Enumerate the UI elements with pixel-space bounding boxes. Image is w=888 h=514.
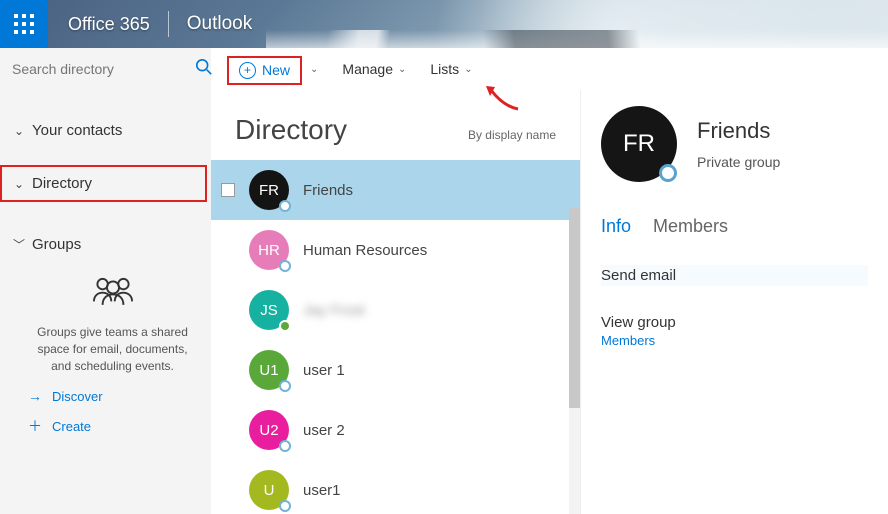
groups-help-text: Groups give teams a shared space for ema… <box>28 324 197 382</box>
new-button[interactable]: + New <box>239 62 290 79</box>
tab-info[interactable]: Info <box>601 216 631 237</box>
contact-row[interactable]: U1 user 1 <box>211 340 580 400</box>
people-group-icon <box>28 273 197 314</box>
contact-avatar: U <box>249 470 289 510</box>
contact-name: user 2 <box>303 422 345 439</box>
directory-list: Directory By display name FR Friends HR Hum… <box>211 90 581 514</box>
nav-groups[interactable]: ﹀ Groups <box>0 226 211 263</box>
contact-avatar: U1 <box>249 350 289 390</box>
presence-icon <box>279 440 291 452</box>
search-input[interactable] <box>10 55 195 83</box>
presence-icon <box>279 260 291 272</box>
menu-label: Lists <box>430 61 459 77</box>
contact-row[interactable]: HR Human Resources <box>211 220 580 280</box>
detail-avatar: FR <box>601 106 677 182</box>
nav-label: Directory <box>32 175 92 192</box>
sort-button[interactable]: By display name <box>468 128 556 142</box>
chevron-up-icon: ﹀ <box>12 236 26 253</box>
contact-avatar: U2 <box>249 410 289 450</box>
list-title: Directory <box>235 114 347 146</box>
scrollbar[interactable] <box>569 208 580 514</box>
contact-name: Human Resources <box>303 242 427 259</box>
button-label: New <box>262 62 290 78</box>
arrow-right-icon: → <box>28 388 42 404</box>
presence-icon <box>279 500 291 512</box>
link-label: Create <box>52 419 91 434</box>
contact-name: user 1 <box>303 362 345 379</box>
chevron-down-icon: ⌄ <box>12 124 26 138</box>
contact-avatar: FR <box>249 170 289 210</box>
chevron-down-icon: ⌄ <box>464 64 472 75</box>
detail-title: Friends <box>697 118 780 144</box>
brand-text[interactable]: Office 365 <box>68 14 150 35</box>
scrollbar-thumb[interactable] <box>569 208 580 408</box>
nav-your-contacts[interactable]: ⌄ Your contacts <box>0 112 211 149</box>
search-row <box>0 48 211 90</box>
chevron-down-icon: ⌄ <box>12 177 26 191</box>
contact-avatar: HR <box>249 230 289 270</box>
contact-row[interactable]: JS Jay Frost <box>211 280 580 340</box>
plus-circle-icon: + <box>239 62 256 79</box>
brand-separator <box>168 11 169 37</box>
new-dropdown-chevron[interactable]: ⌄ <box>310 64 318 75</box>
contact-name: user1 <box>303 482 341 499</box>
presence-icon <box>659 164 677 182</box>
presence-icon <box>279 380 291 392</box>
nav-label: Your contacts <box>32 122 122 139</box>
discover-link[interactable]: → Discover <box>28 382 197 410</box>
presence-icon <box>279 320 291 332</box>
link-label: Discover <box>52 389 103 404</box>
waffle-icon <box>14 14 34 34</box>
contact-name: Friends <box>303 182 353 199</box>
contact-row[interactable]: U2 user 2 <box>211 400 580 460</box>
brand-area: Office 365 Outlook <box>68 11 252 37</box>
app-name[interactable]: Outlook <box>187 13 252 35</box>
toolbar: + New ⌄ Manage ⌄ Lists ⌄ <box>211 48 888 90</box>
create-link[interactable]: ＋ Create <box>28 410 197 442</box>
nav-directory[interactable]: ⌄ Directory <box>0 165 207 202</box>
detail-pane: FR Friends Private group Info Members Se… <box>581 90 888 514</box>
app-launcher-button[interactable] <box>0 0 48 48</box>
row-checkbox[interactable] <box>221 183 235 197</box>
view-group-link[interactable]: View group <box>601 314 868 331</box>
new-button-highlight: + New <box>227 56 302 85</box>
members-link[interactable]: Members <box>601 333 868 348</box>
send-email-link[interactable]: Send email <box>601 265 868 286</box>
manage-menu[interactable]: Manage ⌄ <box>342 61 406 77</box>
menu-label: Manage <box>342 61 393 77</box>
sidebar: ⌄ Your contacts ⌄ Directory ﹀ Groups G <box>0 48 211 514</box>
tab-members[interactable]: Members <box>653 216 728 237</box>
contact-name: Jay Frost <box>303 302 365 319</box>
lists-menu[interactable]: Lists ⌄ <box>430 61 472 77</box>
groups-body: Groups give teams a shared space for ema… <box>0 263 211 442</box>
contact-row[interactable]: Uuser1 <box>211 460 580 514</box>
avatar-initials: FR <box>623 130 655 158</box>
nav-label: Groups <box>32 236 81 253</box>
main-column: + New ⌄ Manage ⌄ Lists ⌄ Directory By <box>211 48 888 514</box>
contact-avatar: JS <box>249 290 289 330</box>
plus-icon: ＋ <box>28 416 42 436</box>
chevron-down-icon: ⌄ <box>398 64 406 75</box>
contact-row[interactable]: FR Friends <box>211 160 580 220</box>
presence-icon <box>279 200 291 212</box>
detail-subtitle: Private group <box>697 154 780 170</box>
app-header: Office 365 Outlook <box>0 0 888 48</box>
